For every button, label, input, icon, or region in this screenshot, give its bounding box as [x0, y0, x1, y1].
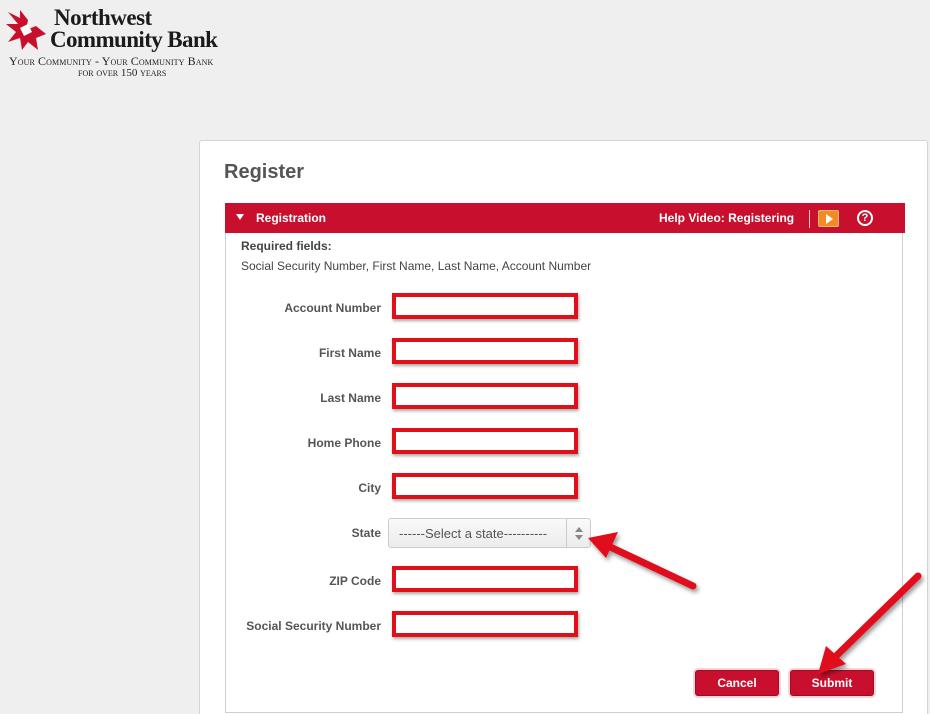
- help-icon[interactable]: ?: [857, 210, 873, 226]
- account-number-label: Account Number: [284, 301, 381, 315]
- home-phone-label: Home Phone: [307, 436, 381, 450]
- collapse-caret-icon[interactable]: [236, 214, 244, 220]
- last-name-label: Last Name: [320, 391, 381, 405]
- city-input[interactable]: [392, 473, 578, 499]
- ssn-input[interactable]: [392, 611, 578, 637]
- help-video-link[interactable]: Help Video: Registering: [659, 211, 794, 225]
- home-phone-input[interactable]: [392, 428, 578, 454]
- logo-tagline-line2: for over 150 years: [78, 67, 167, 79]
- zip-code-label: ZIP Code: [329, 574, 381, 588]
- play-video-icon[interactable]: [818, 210, 839, 227]
- page-title: Register: [224, 161, 305, 183]
- first-name-input[interactable]: [392, 338, 578, 364]
- select-arrows-icon[interactable]: [566, 519, 590, 547]
- required-fields-list: Social Security Number, First Name, Last…: [241, 259, 592, 273]
- account-number-input[interactable]: [392, 293, 578, 319]
- registration-section-header[interactable]: Registration Help Video: Registering ?: [225, 203, 905, 233]
- required-fields-label: Required fields:: [241, 239, 332, 253]
- bank-logo[interactable]: Northwest Community Bank Your Community …: [6, 6, 256, 82]
- bank-logo-mark-icon: [6, 10, 46, 50]
- zip-code-input[interactable]: [392, 566, 578, 592]
- logo-name-line2: Community Bank: [50, 27, 218, 52]
- state-label: State: [351, 526, 381, 540]
- register-panel: Register Registration Help Video: Regist…: [199, 140, 928, 714]
- submit-button[interactable]: Submit: [790, 670, 874, 696]
- ssn-label: Social Security Number: [246, 619, 381, 633]
- cancel-button[interactable]: Cancel: [695, 670, 779, 696]
- header-divider: [809, 210, 810, 228]
- section-title: Registration: [256, 211, 327, 225]
- city-label: City: [358, 481, 381, 495]
- state-selected-value: ------Select a state----------: [399, 526, 548, 541]
- last-name-input[interactable]: [392, 383, 578, 409]
- state-select[interactable]: ------Select a state----------: [388, 518, 591, 548]
- registration-section: Registration Help Video: Registering ? R…: [225, 203, 905, 713]
- first-name-label: First Name: [318, 346, 381, 360]
